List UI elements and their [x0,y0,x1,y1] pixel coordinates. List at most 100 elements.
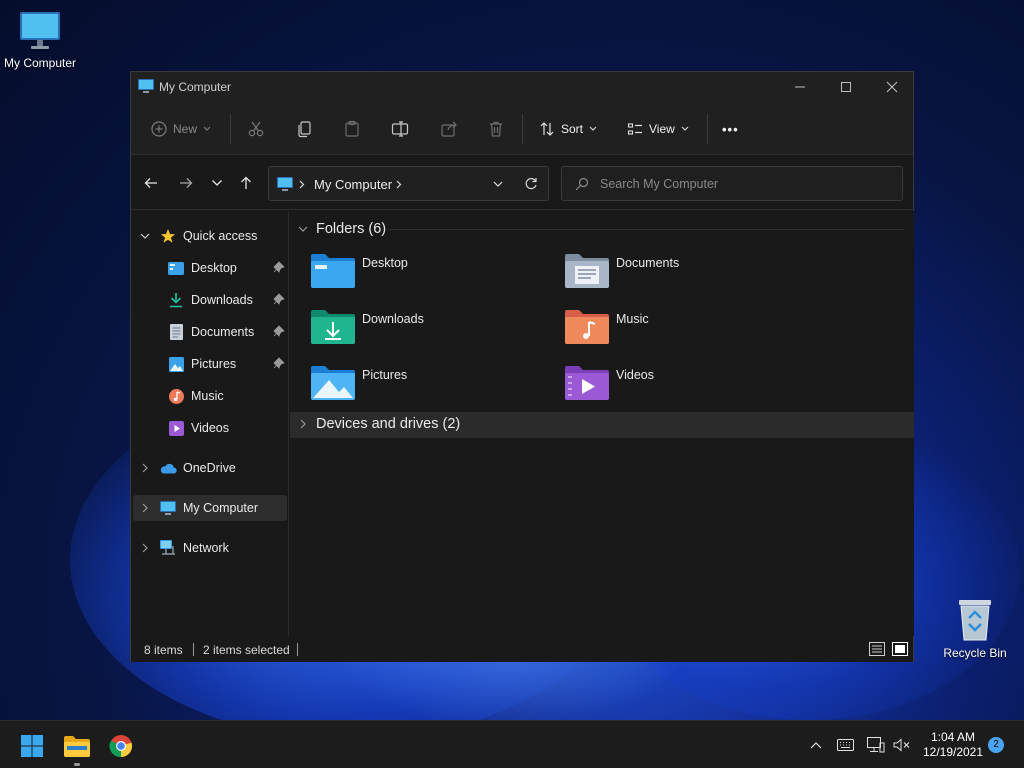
toolbar-divider [522,114,523,144]
sidebar-item-label: Desktop [191,261,237,275]
view-list-icon [627,123,642,135]
devices-header-label: Devices and drives (2) [316,416,461,432]
clock[interactable]: 1:04 AM 12/19/2021 [920,730,986,760]
start-button[interactable] [19,733,45,759]
minimize-button[interactable] [777,72,823,102]
navigation-bar: My Computer [131,155,913,210]
notification-badge[interactable]: 2 [988,737,1004,753]
close-button[interactable] [869,72,915,102]
show-hidden-icons-button[interactable] [806,735,826,755]
folder-name: Music [616,312,649,326]
chevron-down-icon [203,126,211,131]
chevron-down-icon [140,233,150,239]
search-input[interactable] [600,175,890,193]
rename-icon [391,121,409,137]
taskbar: 1:04 AM 12/19/2021 2 [0,720,1024,768]
sidebar-item-label: OneDrive [183,461,236,475]
cut-button[interactable] [247,116,265,142]
folder-documents-icon [565,254,609,288]
taskbar-file-explorer[interactable] [64,733,90,759]
sidebar-item-music[interactable]: Music [167,382,285,410]
folder-videos[interactable]: Videos [565,364,795,410]
up-button[interactable] [236,174,256,192]
more-options-button[interactable]: ••• [722,116,739,142]
copy-button[interactable] [296,116,314,142]
chevron-down-icon [681,126,689,131]
desktop-icon [168,261,184,275]
address-crumb[interactable]: My Computer [314,177,392,192]
pin-icon[interactable] [273,293,285,305]
search-icon [575,177,589,191]
details-view-icon[interactable] [869,642,885,656]
minimize-icon [795,86,805,88]
sidebar-item-downloads[interactable]: Downloads [167,286,285,314]
forward-button[interactable] [176,174,196,192]
refresh-icon[interactable] [524,177,538,191]
download-icon [170,293,182,308]
navigation-pane: Quick access Desktop Downloads Documents… [131,211,289,636]
chevron-down-icon[interactable] [493,181,503,188]
status-divider [297,643,298,656]
desktop-icon-my-computer[interactable]: My Computer [0,10,80,70]
folder-music-icon [565,310,609,344]
address-bar[interactable]: My Computer [268,166,549,201]
taskbar-chrome[interactable] [108,733,134,759]
monitor-icon [138,79,154,93]
monitor-icon [20,12,60,49]
folder-name: Desktop [362,256,408,270]
new-button[interactable]: New [151,116,211,142]
chevron-down-icon [298,226,308,232]
delete-button[interactable] [487,116,505,142]
title-bar[interactable]: My Computer [131,72,913,102]
devices-group-header[interactable]: Devices and drives (2) [296,416,460,432]
expand-quick-access[interactable] [139,230,151,242]
recent-locations-button[interactable] [207,174,227,192]
clock-date: 12/19/2021 [922,745,984,759]
sidebar-item-label: Quick access [183,229,258,243]
folder-music[interactable]: Music [565,308,795,354]
large-icons-view-icon[interactable] [892,642,908,656]
arrow-up-icon [241,176,251,189]
desktop-icon-label: My Computer [3,56,77,70]
view-button[interactable]: View [627,116,689,142]
back-button[interactable] [141,174,161,192]
chevron-right-icon [142,503,148,513]
folder-documents[interactable]: Documents [565,252,795,298]
desktop-icon-recycle-bin[interactable]: Recycle Bin [935,598,1015,660]
maximize-button[interactable] [823,72,869,102]
sidebar-item-my-computer[interactable]: My Computer [159,494,287,522]
pin-icon[interactable] [273,325,285,337]
share-button[interactable] [440,116,458,142]
sidebar-item-videos[interactable]: Videos [167,414,285,442]
sidebar-item-onedrive[interactable]: OneDrive [159,454,287,482]
network-status-button[interactable] [866,735,886,755]
arrow-right-icon [180,178,193,188]
expand-my-computer[interactable] [139,502,151,514]
expand-onedrive[interactable] [139,462,151,474]
sidebar-item-quick-access[interactable]: Quick access [159,222,287,250]
sidebar-item-desktop[interactable]: Desktop [167,254,285,282]
sidebar-item-pictures[interactable]: Pictures [167,350,285,378]
pin-icon[interactable] [273,357,285,369]
keyboard-button[interactable] [835,735,855,755]
folder-pictures[interactable]: Pictures [311,364,541,410]
pin-icon[interactable] [273,261,285,273]
search-box[interactable] [561,166,903,201]
sort-button[interactable]: Sort [539,116,597,142]
sidebar-item-label: Downloads [191,293,253,307]
rename-button[interactable] [391,116,409,142]
folders-group-header[interactable]: Folders (6) [296,221,386,237]
folder-desktop[interactable]: Desktop [311,252,541,298]
folder-name: Videos [616,368,654,382]
sidebar-item-label: Network [183,541,229,555]
expand-network[interactable] [139,542,151,554]
chrome-icon [109,735,133,758]
pictures-icon [168,356,184,372]
new-label: New [173,122,198,136]
volume-button[interactable] [892,735,912,755]
folder-downloads[interactable]: Downloads [311,308,541,354]
sidebar-item-documents[interactable]: Documents [167,318,285,346]
paste-button[interactable] [343,116,361,142]
sidebar-item-network[interactable]: Network [159,534,287,562]
network-status-icon [867,737,885,753]
